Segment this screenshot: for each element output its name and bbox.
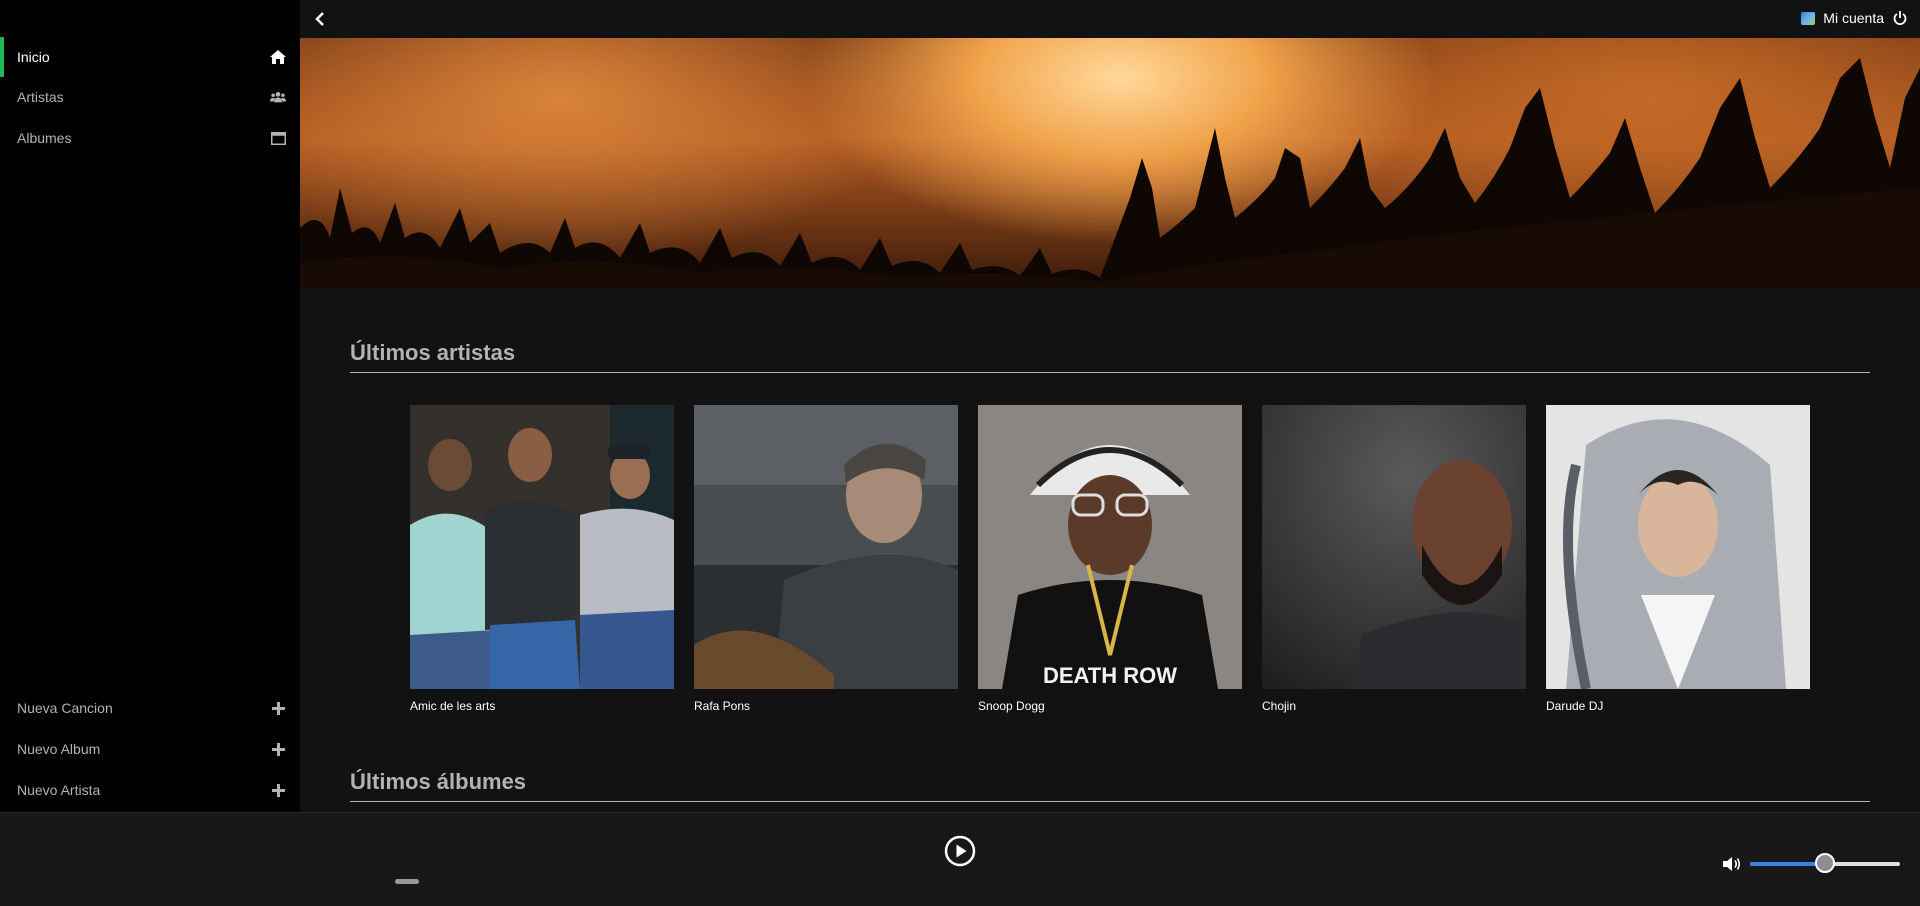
power-icon[interactable] bbox=[1892, 10, 1908, 26]
users-icon bbox=[270, 89, 286, 105]
artist-image bbox=[1262, 405, 1526, 689]
sidebar-item-nueva-cancion[interactable]: Nueva Cancion bbox=[0, 688, 300, 728]
sidebar-item-nuevo-album[interactable]: Nuevo Album bbox=[0, 729, 300, 769]
latest-albums-title: Últimos álbumes bbox=[350, 769, 1870, 802]
svg-text:DEATH ROW: DEATH ROW bbox=[1043, 663, 1177, 688]
artist-name: Amic de les arts bbox=[410, 699, 496, 713]
sidebar-item-label: Inicio bbox=[17, 49, 50, 65]
plus-icon bbox=[270, 700, 286, 716]
sidebar-item-label: Albumes bbox=[17, 130, 72, 146]
artist-card[interactable]: DEATH ROW Snoop Dogg bbox=[978, 405, 1242, 713]
artist-image bbox=[1546, 405, 1810, 689]
sidebar-item-label: Nuevo Album bbox=[17, 741, 101, 757]
artist-image bbox=[410, 405, 674, 689]
artist-name: Chojin bbox=[1262, 699, 1297, 713]
artist-card[interactable]: Rafa Pons bbox=[694, 405, 958, 713]
account-menu[interactable]: Mi cuenta bbox=[1801, 8, 1908, 28]
plus-icon bbox=[270, 741, 286, 757]
chevron-left-icon[interactable] bbox=[312, 9, 328, 29]
window-icon bbox=[270, 130, 286, 146]
volume-fill bbox=[1750, 862, 1825, 866]
sidebar-item-label: Nueva Cancion bbox=[17, 700, 113, 716]
sidebar-item-albumes[interactable]: Albumes bbox=[0, 118, 300, 158]
player-bar bbox=[0, 812, 1920, 906]
plus-icon bbox=[270, 782, 286, 798]
progress-handle[interactable] bbox=[395, 879, 419, 884]
sidebar-item-artistas[interactable]: Artistas bbox=[0, 77, 300, 117]
play-circle-icon[interactable] bbox=[944, 835, 976, 867]
volume-slider[interactable] bbox=[1750, 853, 1900, 873]
sidebar-item-inicio[interactable]: Inicio bbox=[0, 37, 300, 77]
artist-card[interactable]: Chojin bbox=[1262, 405, 1526, 713]
main-content: Últimos artistas Amic de les arts Rafa P… bbox=[300, 288, 1920, 812]
hero-banner bbox=[300, 38, 1920, 288]
artist-image bbox=[694, 405, 958, 689]
avatar bbox=[1801, 11, 1816, 25]
sidebar-item-nuevo-artista[interactable]: Nuevo Artista bbox=[0, 770, 300, 810]
sidebar-item-label: Nuevo Artista bbox=[17, 782, 101, 798]
home-icon bbox=[270, 49, 286, 65]
account-label: Mi cuenta bbox=[1823, 10, 1884, 26]
artist-card[interactable]: Amic de les arts bbox=[410, 405, 674, 713]
artist-image: DEATH ROW bbox=[978, 405, 1242, 689]
artist-name: Darude DJ bbox=[1546, 699, 1604, 713]
top-bar: Mi cuenta bbox=[300, 0, 1920, 38]
sidebar: Inicio Artistas Albumes Nueva Cancion Nu… bbox=[0, 0, 300, 812]
volume-icon[interactable] bbox=[1722, 855, 1742, 873]
artist-name: Rafa Pons bbox=[694, 699, 751, 713]
crowd-silhouette bbox=[300, 58, 1920, 288]
artist-card[interactable]: Darude DJ bbox=[1546, 405, 1810, 713]
artist-name: Snoop Dogg bbox=[978, 699, 1045, 713]
volume-thumb[interactable] bbox=[1815, 853, 1835, 873]
latest-artists-title: Últimos artistas bbox=[350, 340, 1870, 373]
sidebar-item-label: Artistas bbox=[17, 89, 64, 105]
